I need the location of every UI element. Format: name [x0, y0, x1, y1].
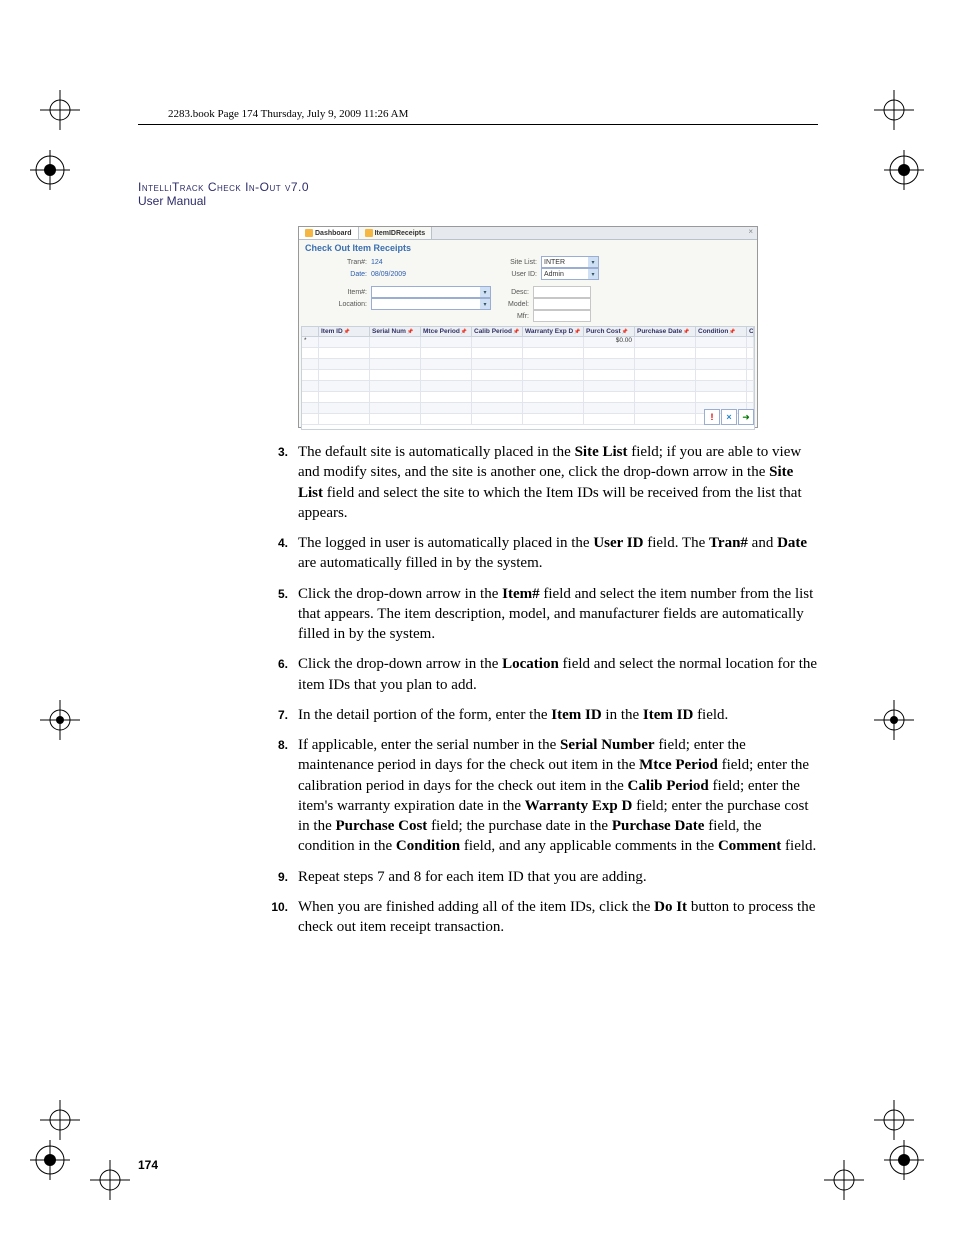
reg-mark-icon	[824, 1160, 864, 1200]
reg-mark-icon	[30, 1140, 70, 1180]
location-label: Location:	[329, 301, 371, 308]
userid-dropdown[interactable]: Admin▾	[541, 268, 599, 280]
userid-label: User ID:	[499, 271, 541, 278]
table-row[interactable]: * $0.00	[302, 337, 754, 348]
step-4: 4.The logged in user is automatically pl…	[138, 533, 818, 574]
step-3: 3.The default site is automatically plac…	[138, 442, 818, 523]
reg-mark-icon	[40, 1100, 80, 1140]
footer-buttons: ! × ➜	[704, 409, 754, 425]
date-value: 08/09/2009	[371, 271, 406, 278]
step-6: 6.Click the drop-down arrow in the Locat…	[138, 654, 818, 695]
product-title: IntelliTrack Check In-Out v7.0	[138, 180, 309, 194]
page-content: 2283.book Page 174 Thursday, July 9, 200…	[138, 108, 818, 947]
tab-bar: Dashboard ItemIDReceipts ×	[299, 227, 757, 240]
reg-mark-icon	[40, 700, 80, 740]
grid-header: Item ID📌 Serial Num📌 Mtce Period📌 Calib …	[301, 326, 755, 337]
reg-mark-icon	[884, 1140, 924, 1180]
step-5: 5.Click the drop-down arrow in the Item#…	[138, 584, 818, 645]
tab-icon	[305, 229, 313, 237]
desc-label: Desc:	[499, 289, 533, 296]
step-9: 9.Repeat steps 7 and 8 for each item ID …	[138, 867, 818, 887]
reg-mark-icon	[874, 90, 914, 130]
alert-icon[interactable]: !	[704, 409, 720, 425]
reg-mark-icon	[884, 150, 924, 190]
doit-icon[interactable]: ➜	[738, 409, 754, 425]
tab-dashboard[interactable]: Dashboard	[299, 227, 359, 239]
instruction-list: 3.The default site is automatically plac…	[138, 442, 818, 937]
form-title: Check Out Item Receipts	[299, 240, 757, 256]
chevron-down-icon: ▾	[588, 269, 598, 279]
page-number: 174	[138, 1158, 158, 1172]
running-head: IntelliTrack Check In-Out v7.0 User Manu…	[138, 180, 818, 208]
step-8: 8.If applicable, enter the serial number…	[138, 735, 818, 857]
chevron-down-icon: ▾	[480, 299, 490, 309]
reg-mark-icon	[40, 90, 80, 130]
chevron-down-icon: ▾	[588, 257, 598, 267]
model-field[interactable]	[533, 298, 591, 310]
item-label: Item#:	[329, 289, 371, 296]
sitelist-label: Site List:	[499, 259, 541, 266]
app-screenshot: Dashboard ItemIDReceipts × Check Out Ite…	[298, 226, 758, 428]
tab-itemidreceipts[interactable]: ItemIDReceipts	[359, 227, 433, 239]
date-label: Date:	[329, 271, 371, 278]
detail-grid: Item ID📌 Serial Num📌 Mtce Period📌 Calib …	[301, 326, 755, 430]
tab-icon	[365, 229, 373, 237]
reg-mark-icon	[874, 700, 914, 740]
chevron-down-icon: ▾	[480, 287, 490, 297]
model-label: Model:	[499, 301, 533, 308]
reg-mark-icon	[30, 150, 70, 190]
step-10: 10.When you are finished adding all of t…	[138, 897, 818, 938]
tran-value: 124	[371, 259, 383, 266]
cancel-icon[interactable]: ×	[721, 409, 737, 425]
desc-field[interactable]	[533, 286, 591, 298]
book-header: 2283.book Page 174 Thursday, July 9, 200…	[168, 108, 818, 120]
reg-mark-icon	[874, 1100, 914, 1140]
item-dropdown[interactable]: ▾	[371, 286, 491, 298]
doc-type: User Manual	[138, 194, 206, 208]
close-icon[interactable]: ×	[744, 227, 757, 239]
tran-label: Tran#:	[329, 259, 371, 266]
mfr-field[interactable]	[533, 310, 591, 322]
location-dropdown[interactable]: ▾	[371, 298, 491, 310]
grid-body[interactable]: * $0.00	[301, 337, 755, 430]
reg-mark-icon	[90, 1160, 130, 1200]
mfr-label: Mfr:	[499, 313, 533, 320]
step-7: 7.In the detail portion of the form, ent…	[138, 705, 818, 725]
sitelist-dropdown[interactable]: INTER▾	[541, 256, 599, 268]
